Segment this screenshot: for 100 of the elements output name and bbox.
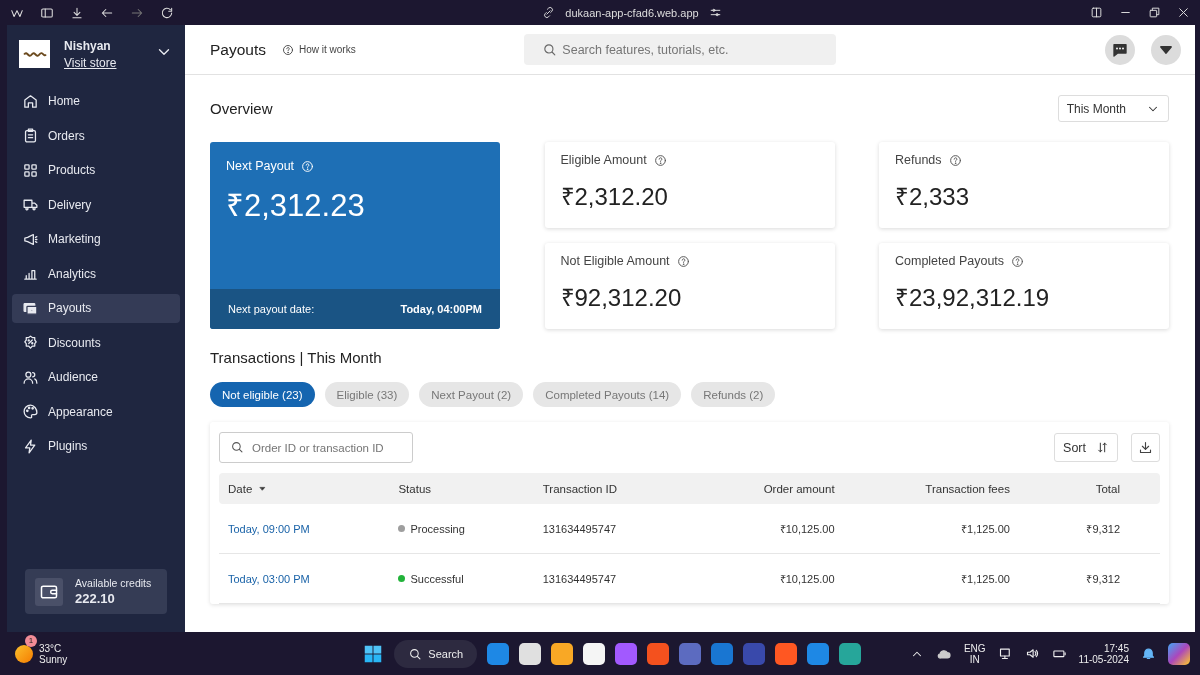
column-header[interactable]: Date bbox=[219, 473, 390, 504]
app-icon[interactable] bbox=[1168, 642, 1190, 665]
clock-date[interactable]: 11-05-2024 bbox=[1078, 653, 1129, 665]
palette-icon bbox=[22, 403, 39, 421]
app-icon[interactable] bbox=[519, 642, 542, 665]
search-icon bbox=[230, 440, 244, 454]
clock-time[interactable]: 17:45 bbox=[1078, 642, 1129, 654]
store-name: Nishyan bbox=[64, 38, 112, 53]
stat-amount: ₹23,92,312.19 bbox=[895, 283, 1051, 313]
notification-badge: 1 bbox=[25, 634, 37, 647]
menu-button[interactable] bbox=[1151, 34, 1181, 65]
table-cell: 131634495747 bbox=[533, 504, 692, 554]
temperature: 33°C bbox=[39, 642, 63, 654]
status-text: Processing bbox=[410, 522, 465, 535]
nav-item[interactable]: Marketing bbox=[12, 225, 180, 254]
visit-store-link[interactable]: Visit store bbox=[64, 55, 117, 70]
app-icon[interactable] bbox=[583, 642, 606, 665]
nav-item[interactable]: Orders bbox=[12, 121, 180, 150]
column-header: Transaction ID bbox=[533, 473, 692, 504]
section-title: Overview bbox=[210, 100, 273, 117]
language-text[interactable]: ENG bbox=[963, 642, 986, 654]
sun-icon[interactable] bbox=[15, 644, 33, 663]
column-header: Status bbox=[389, 473, 534, 504]
card-label: Completed Payouts bbox=[895, 254, 1005, 268]
search-icon bbox=[408, 646, 423, 661]
table-cell: 131634495747 bbox=[533, 553, 692, 604]
status-text: Successful bbox=[410, 572, 464, 585]
payout-amount: ₹2,312.23 bbox=[225, 187, 366, 225]
bell-icon bbox=[1141, 646, 1156, 661]
nav-item[interactable]: Discounts bbox=[12, 328, 180, 357]
filter-chip[interactable]: Not eligible (23) bbox=[210, 382, 315, 407]
date-link[interactable]: Today, 09:00 PM bbox=[219, 504, 390, 554]
column-header: Total bbox=[1018, 473, 1160, 504]
sidebar-icon bbox=[40, 5, 54, 20]
payout-date: Today, 04:00PM bbox=[400, 303, 482, 315]
period-dropdown[interactable]: This Month bbox=[1057, 95, 1169, 122]
card-label: Refunds bbox=[895, 153, 942, 167]
nav-item[interactable]: Analytics bbox=[12, 259, 180, 288]
download-icon bbox=[70, 5, 84, 20]
help-icon bbox=[1011, 254, 1025, 268]
app-icon[interactable] bbox=[839, 642, 862, 665]
filter-chip[interactable]: Completed Payouts (14) bbox=[533, 382, 682, 407]
filter-chip[interactable]: Eligible (33) bbox=[324, 382, 410, 407]
caret-down-icon bbox=[258, 484, 268, 493]
url-text[interactable]: dukaan-app-cfad6.web.app bbox=[565, 6, 699, 19]
nav-item[interactable]: Appearance bbox=[12, 397, 180, 426]
date-label: Next payout date: bbox=[228, 303, 315, 315]
chat-button[interactable] bbox=[1105, 34, 1135, 65]
restore-icon bbox=[1148, 6, 1161, 19]
table-cell: ₹10,125.00 bbox=[691, 553, 844, 604]
table-cell: ₹10,125.00 bbox=[691, 504, 844, 554]
page-title: Payouts bbox=[210, 40, 266, 59]
nav-item[interactable]: Home bbox=[12, 87, 180, 116]
date-link[interactable]: Today, 03:00 PM bbox=[219, 553, 390, 604]
weather-condition: Sunny bbox=[39, 653, 68, 665]
home-icon bbox=[22, 92, 39, 110]
discount-icon bbox=[22, 334, 39, 352]
help-icon bbox=[653, 153, 667, 167]
section-title: Transactions | This Month bbox=[210, 349, 383, 366]
stat-amount: ₹2,312.20 bbox=[560, 182, 669, 212]
filter-chip[interactable]: Refunds (2) bbox=[691, 382, 776, 407]
volume-icon bbox=[1024, 646, 1040, 661]
taskbar-search[interactable]: Search bbox=[394, 639, 478, 668]
region-text[interactable]: IN bbox=[963, 653, 986, 665]
caret-icon bbox=[1160, 43, 1172, 56]
table-cell: ₹9,312 bbox=[1018, 504, 1160, 554]
nav-item[interactable]: Delivery bbox=[12, 190, 180, 219]
table-cell: ₹1,125.00 bbox=[843, 553, 1019, 604]
search-field[interactable]: Search features, tutorials, etc. bbox=[524, 34, 837, 65]
app-icon[interactable] bbox=[551, 642, 574, 665]
nav-item[interactable]: Payouts bbox=[12, 294, 180, 323]
help-icon bbox=[948, 153, 962, 167]
reload-icon bbox=[160, 5, 174, 20]
nav-item[interactable]: Products bbox=[12, 156, 180, 185]
card-label: Eligible Amount bbox=[560, 153, 647, 167]
how-it-works-link[interactable]: How it works bbox=[282, 43, 356, 56]
table-cell: ₹1,125.00 bbox=[843, 504, 1019, 554]
help-icon bbox=[282, 43, 294, 56]
clipboard-icon bbox=[22, 127, 39, 145]
close-icon bbox=[1177, 6, 1190, 19]
card-label: Not Eligible Amount bbox=[560, 254, 670, 268]
column-header: Transaction fees bbox=[843, 473, 1019, 504]
sliders-icon bbox=[708, 6, 722, 19]
sort-button[interactable]: Sort bbox=[1054, 433, 1118, 462]
link-icon bbox=[542, 6, 556, 19]
credits-label: Available credits bbox=[75, 577, 152, 589]
search-icon bbox=[542, 42, 558, 57]
filter-chip[interactable]: Next Payout (2) bbox=[419, 382, 524, 407]
column-header: Order amount bbox=[691, 473, 844, 504]
scribble-icon bbox=[22, 49, 47, 59]
split-view-icon bbox=[1090, 6, 1103, 19]
transaction-search-field[interactable]: Order ID or transaction ID bbox=[219, 432, 413, 463]
download-button[interactable] bbox=[1131, 433, 1160, 462]
nav-item[interactable]: Audience bbox=[12, 363, 180, 392]
download-icon bbox=[1138, 440, 1153, 455]
grid-icon bbox=[22, 161, 39, 179]
sort-icon bbox=[1096, 441, 1109, 454]
table-cell: ₹9,312 bbox=[1018, 553, 1160, 604]
card-label: Next Payout bbox=[226, 159, 295, 173]
nav-item[interactable]: Plugins bbox=[12, 432, 180, 461]
